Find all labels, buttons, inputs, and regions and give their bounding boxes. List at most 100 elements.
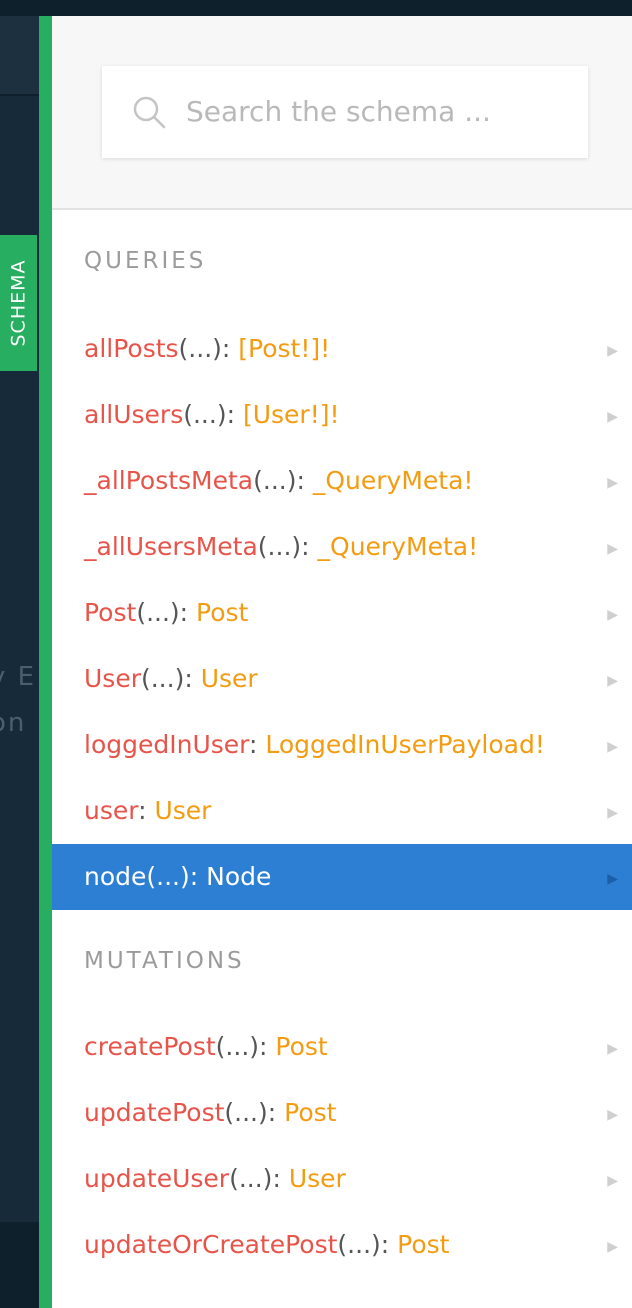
triangle-right-icon: ▶ — [607, 409, 618, 425]
field-colon: : — [267, 1098, 285, 1127]
search-input[interactable] — [186, 86, 566, 136]
field-row-updateuser[interactable]: updateUser(...): User ▶ — [52, 1146, 632, 1212]
triangle-right-icon: ▶ — [607, 1239, 618, 1255]
field-args: (...) — [257, 532, 302, 561]
field-type[interactable]: User — [154, 796, 211, 825]
field-type[interactable]: User — [289, 1164, 346, 1193]
field-name: loggedInUser — [84, 730, 249, 759]
triangle-right-icon: ▶ — [607, 607, 618, 623]
search-area — [52, 16, 632, 210]
field-name: allPosts — [84, 334, 179, 363]
graphql-playground: y E on SCHEMA QUERIES allPosts(...): [Po… — [0, 0, 632, 1308]
field-signature: createPost(...): Post — [84, 1014, 328, 1080]
queries-section-title: QUERIES — [84, 248, 207, 274]
triangle-right-icon: ▶ — [607, 1041, 618, 1057]
editor-panel-header — [0, 16, 39, 96]
mutations-section-title: MUTATIONS — [84, 948, 245, 974]
field-colon: : — [226, 400, 243, 429]
field-row-loggedinuser[interactable]: loggedInUser: LoggedInUserPayload! ▶ — [52, 712, 632, 778]
field-row-createpost[interactable]: createPost(...): Post ▶ — [52, 1014, 632, 1080]
field-signature: Post(...): Post — [84, 580, 248, 646]
field-type[interactable]: Node — [206, 862, 271, 891]
field-colon: : — [296, 466, 313, 495]
field-colon: : — [189, 862, 207, 891]
field-row-updatepost[interactable]: updatePost(...): Post ▶ — [52, 1080, 632, 1146]
field-name: createPost — [84, 1032, 216, 1061]
field-row-allpostsmeta[interactable]: _allPostsMeta(...): _QueryMeta! ▶ — [52, 448, 632, 514]
editor-panel-footer — [0, 1222, 39, 1308]
field-colon: : — [301, 532, 318, 561]
field-type[interactable]: _QueryMeta! — [313, 466, 474, 495]
triangle-right-icon: ▶ — [607, 805, 618, 821]
editor-partial-text: on — [0, 708, 27, 738]
field-signature: allPosts(...): [Post!]! — [84, 316, 330, 382]
field-name: updateOrCreatePost — [84, 1230, 338, 1259]
schema-docs-panel: QUERIES allPosts(...): [Post!]!▶allUsers… — [52, 16, 632, 1308]
field-name: User — [84, 664, 141, 693]
field-args: (...) — [337, 1230, 381, 1259]
field-colon: : — [380, 1230, 398, 1259]
field-args: (...) — [215, 1032, 260, 1061]
field-row-allusersmeta[interactable]: _allUsersMeta(...): _QueryMeta! ▶ — [52, 514, 632, 580]
field-signature: allUsers(...): [User!]! — [84, 382, 340, 448]
triangle-right-icon: ▶ — [607, 739, 618, 755]
triangle-right-icon: ▶ — [607, 1173, 618, 1189]
field-type[interactable]: [Post!]! — [238, 334, 330, 363]
field-signature: _allPostsMeta(...): _QueryMeta! — [84, 448, 473, 514]
field-signature: loggedInUser: LoggedInUserPayload! — [84, 712, 545, 778]
field-colon: : — [179, 598, 197, 627]
triangle-right-icon: ▶ — [607, 871, 618, 887]
field-args: (...) — [183, 400, 227, 429]
field-row-allusers[interactable]: allUsers(...): [User!]! ▶ — [52, 382, 632, 448]
field-args: (...) — [140, 664, 185, 693]
field-type[interactable]: [User!]! — [243, 400, 340, 429]
field-name: node — [84, 862, 147, 891]
field-signature: updateOrCreatePost(...): Post — [84, 1212, 449, 1278]
field-name: _allUsersMeta — [84, 532, 258, 561]
field-signature: user: User — [84, 778, 211, 844]
triangle-right-icon: ▶ — [607, 1107, 618, 1123]
field-args: (...) — [229, 1164, 273, 1193]
schema-tab-label: SCHEMA — [7, 259, 30, 347]
field-signature: updateUser(...): User — [84, 1146, 346, 1212]
field-type[interactable]: User — [201, 664, 258, 693]
top-bar — [0, 0, 632, 16]
schema-tab[interactable]: SCHEMA — [0, 235, 37, 371]
field-row-user[interactable]: user: User ▶ — [52, 778, 632, 844]
triangle-right-icon: ▶ — [607, 541, 618, 557]
docs-panel-border — [39, 16, 52, 1308]
editor-panel[interactable]: y E on — [0, 16, 39, 1308]
field-type[interactable]: Post — [196, 598, 248, 627]
field-name: allUsers — [84, 400, 184, 429]
field-args: (...) — [253, 466, 297, 495]
field-args: (...) — [224, 1098, 268, 1127]
field-type[interactable]: Post — [275, 1032, 327, 1061]
field-name: _allPostsMeta — [84, 466, 254, 495]
triangle-right-icon: ▶ — [607, 673, 618, 689]
field-signature: updatePost(...): Post — [84, 1080, 336, 1146]
search-box[interactable] — [102, 66, 588, 158]
field-type[interactable]: Post — [284, 1098, 336, 1127]
field-args: (...) — [178, 334, 222, 363]
field-name: updateUser — [84, 1164, 230, 1193]
field-colon: : — [138, 796, 155, 825]
field-signature: User(...): User — [84, 646, 258, 712]
field-type[interactable]: Post — [397, 1230, 449, 1259]
field-signature: node(...): Node — [84, 844, 271, 910]
queries-list: allPosts(...): [Post!]! ▶ allUsers(...): [… — [52, 316, 632, 910]
field-row-user[interactable]: User(...): User ▶ — [52, 646, 632, 712]
mutations-list: createPost(...): Post ▶ updatePost(...): P… — [52, 1014, 632, 1278]
field-colon: : — [272, 1164, 289, 1193]
field-row-node[interactable]: node(...): Node ▶ — [52, 844, 632, 910]
field-type[interactable]: LoggedInUserPayload! — [265, 730, 545, 759]
search-icon — [133, 96, 166, 129]
field-row-allposts[interactable]: allPosts(...): [Post!]! ▶ — [52, 316, 632, 382]
triangle-right-icon: ▶ — [607, 343, 618, 359]
field-row-post[interactable]: Post(...): Post ▶ — [52, 580, 632, 646]
field-args: (...) — [136, 598, 180, 627]
editor-partial-text: y E — [0, 662, 37, 692]
field-type[interactable]: _QueryMeta! — [318, 532, 479, 561]
field-name: user — [84, 796, 139, 825]
field-row-updateorcreatepost[interactable]: updateOrCreatePost(...): Post ▶ — [52, 1212, 632, 1278]
field-name: Post — [84, 598, 137, 627]
